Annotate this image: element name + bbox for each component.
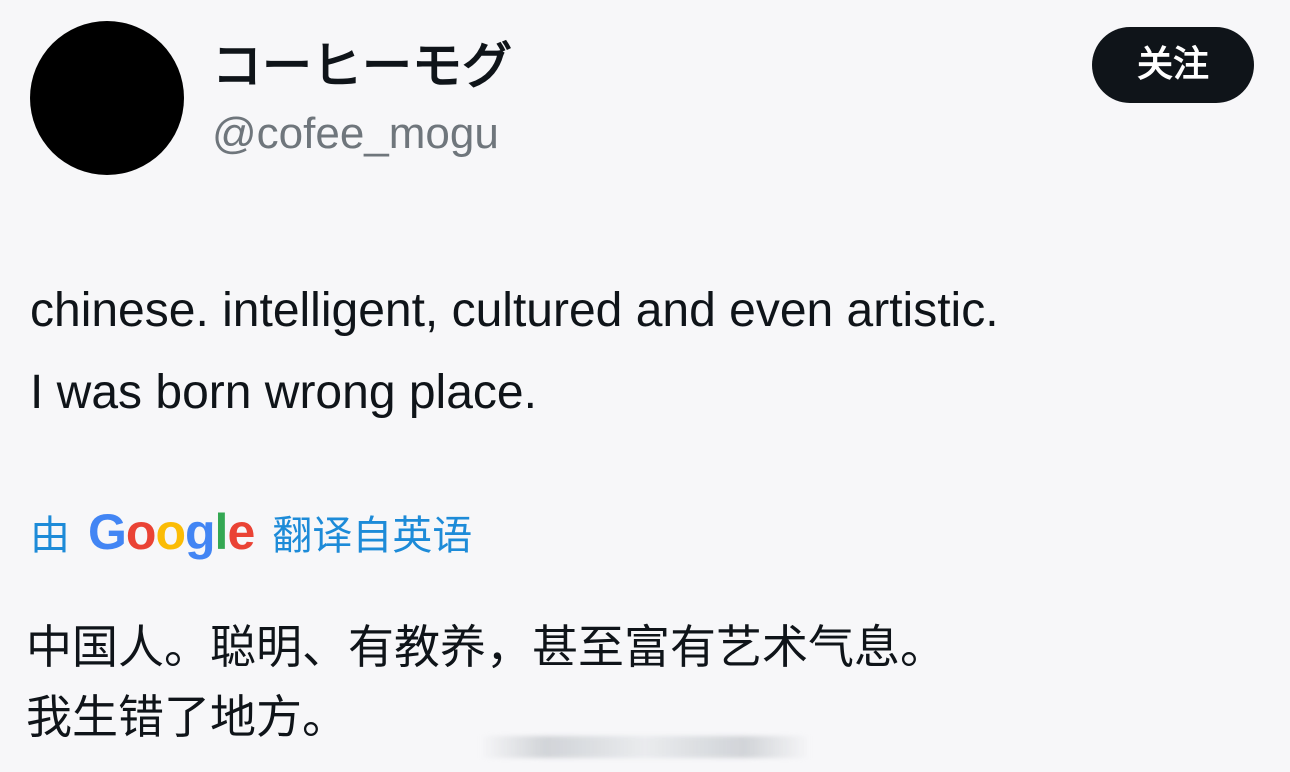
avatar[interactable] [30,21,184,175]
translated-by-google-link[interactable]: 由 Google 翻译自英语 [30,500,472,564]
tweet-text-line: I was born wrong place. [30,366,537,419]
follow-button[interactable]: 关注 [1092,27,1254,103]
tweet-text-line: chinese. intelligent, cultured and even … [30,284,999,337]
tweet-card: コーヒーモグ @cofee_mogu 关注 chinese. intellige… [0,0,1290,772]
translated-text-line: 中国人。聪明、有教养，甚至富有艺术气息。 [26,620,946,674]
translated-text: 中国人。聪明、有教养，甚至富有艺术气息。 我生错了地方。 [26,612,1266,752]
translate-suffix: 翻译自英语 [272,513,473,559]
author-display-name[interactable]: コーヒーモグ [212,38,512,94]
author-handle[interactable]: @cofee_mogu [212,108,499,160]
translate-prefix: 由 [30,513,70,559]
google-logo: Google [88,504,255,560]
blurred-watermark [480,736,810,758]
tweet-text: chinese. intelligent, cultured and even … [30,270,1270,434]
